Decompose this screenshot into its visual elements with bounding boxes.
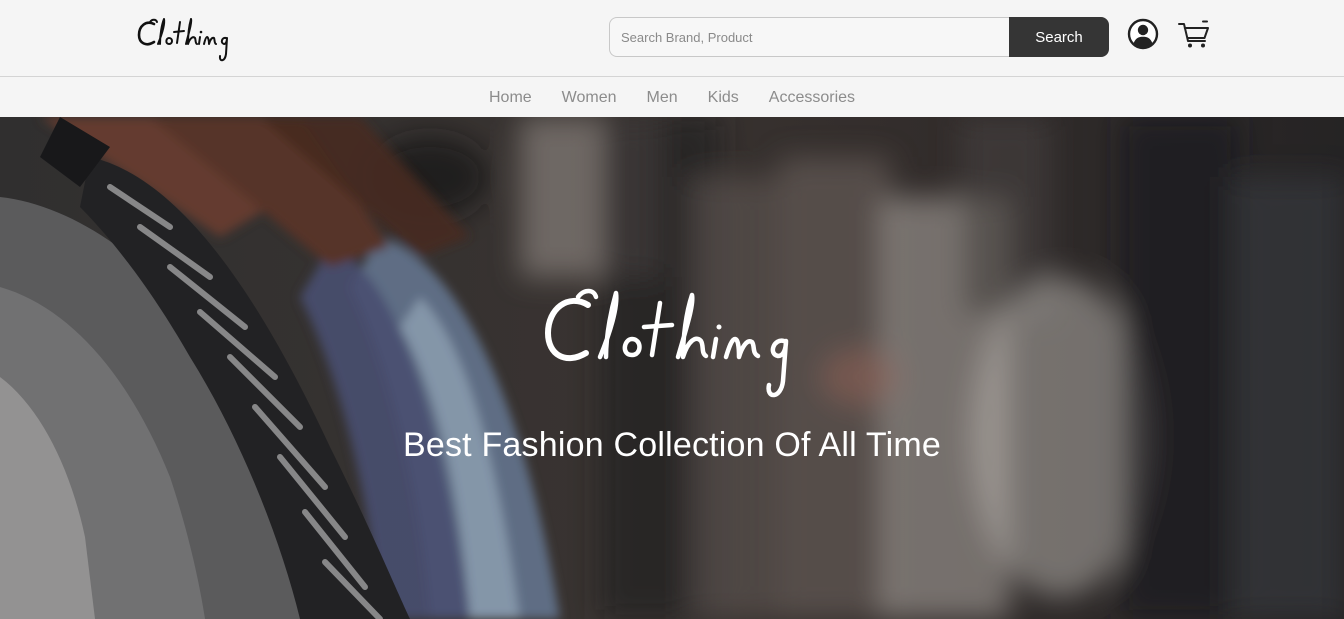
- nav-item-kids[interactable]: Kids: [708, 89, 739, 107]
- search-bar: Search: [609, 17, 1109, 57]
- brand-logo[interactable]: [136, 10, 246, 66]
- nav-item-home[interactable]: Home: [489, 89, 532, 107]
- nav-item-men[interactable]: Men: [647, 89, 678, 107]
- nav-item-accessories[interactable]: Accessories: [769, 89, 855, 107]
- search-button[interactable]: Search: [1009, 17, 1109, 57]
- top-header: Search: [0, 0, 1344, 77]
- hero-brand-logo: [545, 288, 789, 398]
- nav-item-women[interactable]: Women: [562, 89, 617, 107]
- shopping-cart-icon[interactable]: [1177, 19, 1211, 49]
- main-navigation: Home Women Men Kids Accessories: [0, 78, 1344, 117]
- user-account-icon[interactable]: [1127, 18, 1159, 50]
- hero-tagline: Best Fashion Collection Of All Time: [402, 426, 941, 464]
- hero-banner: Best Fashion Collection Of All Time: [0, 117, 1344, 619]
- search-input[interactable]: [609, 17, 1009, 57]
